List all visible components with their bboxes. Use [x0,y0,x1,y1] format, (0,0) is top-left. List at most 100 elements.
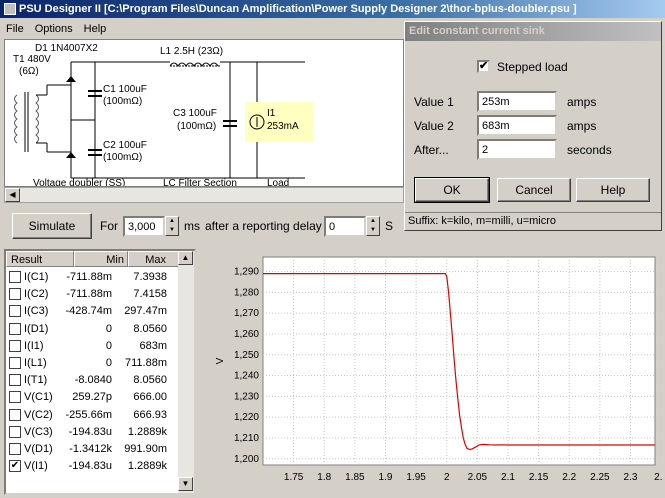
row-name: I(L1) [24,357,47,369]
y-tick-label: 1,280 [234,287,259,298]
row-checkbox[interactable] [9,305,21,318]
x-tick-label: 1.8 [317,472,331,483]
x-tick-label: 1.75 [284,472,304,483]
row-checkbox[interactable] [9,391,21,404]
edit-current-sink-dialog: Edit constant current sink ✔ Stepped loa… [404,21,662,231]
table-row[interactable]: I(I1) 0 683m [6,338,182,355]
after-input[interactable]: 2 [477,139,557,160]
table-row[interactable]: I(C1) -711.88m 7.3938 [6,269,182,286]
dialog-title: Edit constant current sink [405,22,661,41]
table-row[interactable]: V(C1) 259.27p 666.00 [6,389,182,406]
row-max: 7.3938 [133,271,167,283]
scroll-left-icon[interactable]: ◀ [5,188,20,202]
after-unit: seconds [567,143,612,157]
menu-help[interactable]: Help [84,23,107,35]
ms-label: ms [184,219,200,233]
spin-down-icon[interactable]: ▼ [367,226,379,235]
row-min: -711.88m [66,288,112,301]
row-min: 0 [105,322,112,335]
menu-options[interactable]: Options [35,23,73,35]
row-min: 259.27p [72,391,112,404]
cancel-button[interactable]: Cancel [497,178,571,202]
header-max[interactable]: Max [128,251,182,267]
y-tick-label: 1,220 [234,412,259,423]
x-tick-label: 1.95 [406,472,426,483]
plot-area [262,256,656,466]
load-label: I1 [267,108,276,119]
table-row[interactable]: V(C2) -255.66m 666.93 [6,407,182,424]
y-tick-label: 1,290 [234,267,259,278]
x-tick-label: 2.1 [501,472,515,483]
row-min: -194.83u [68,460,112,473]
delay-label: after a reporting delay of [205,219,336,233]
table-row[interactable]: I(C2) -711.88m 7.4158 [6,286,182,303]
duration-spinner[interactable]: ▲ ▼ [165,216,179,236]
table-row[interactable]: I(T1) -8.0840 8.0560 [6,372,182,389]
window-title: PSU Designer II [C:\Program Files\Duncan… [19,3,577,15]
row-checkbox[interactable] [9,425,21,438]
row-checkbox[interactable] [9,357,21,369]
section-label-load: Load [267,178,289,186]
diode-bottom-icon [66,152,76,158]
x-tick-label: 1.9 [379,472,393,483]
table-row[interactable]: I(C3)-428.74m297.47m7 [6,303,184,320]
schematic-horizontal-scrollbar[interactable]: ◀ [4,187,404,203]
ok-button[interactable]: OK [414,177,490,203]
title-bar: PSU Designer II [C:\Program Files\Duncan… [0,0,665,18]
header-min[interactable]: Min [74,251,128,267]
scroll-down-icon[interactable]: ▼ [178,477,193,491]
table-row[interactable]: ✔V(I1)-194.83u1.2889k1 [6,458,184,475]
row-checkbox[interactable] [9,322,21,335]
s-label: S [385,219,394,233]
header-result[interactable]: Result [6,251,74,267]
table-row[interactable]: I(L1) 0 711.88m [6,355,182,372]
voltage-chart[interactable]: 1,290 1,280 1,270 1,260 1,250 1,240 1,230 1,220… [197,249,665,495]
help-button[interactable]: Help [576,178,650,202]
x-tick-label: 2.15 [529,472,549,483]
row-name: V(I1) [24,460,48,473]
delay-input[interactable]: 0 [324,216,366,237]
chart-svg: 1,290 1,280 1,270 1,260 1,250 1,240 1,230 1,220… [215,256,665,483]
row-checkbox[interactable]: ✔ [9,460,21,473]
row-min: -1.3412k [69,443,112,455]
row-min: 0 [105,339,112,352]
stepped-load-checkbox[interactable]: ✔ [477,60,490,73]
row-checkbox[interactable] [9,339,21,352]
row-checkbox[interactable] [9,271,21,283]
x-tick-label: 2.25 [590,472,610,483]
c2-label: C2 100uF [103,140,147,151]
value1-input[interactable]: 253m [477,91,557,112]
spin-up-icon[interactable]: ▲ [166,217,178,226]
c1-label: C1 100uF [103,84,147,95]
results-vertical-scrollbar[interactable]: ▲ ▼ [178,251,194,493]
row-name: V(C2) [24,408,53,421]
schematic-canvas[interactable]: T1 480V (6Ω) D1 1N4007X2 C1 100uF (100mΩ… [4,39,404,189]
results-header: Result Min Max [6,251,182,267]
duration-input[interactable]: 3,000 [123,216,165,237]
results-table: Result Min Max I(C1) -711.88m 7.3938 I(C2) -… [4,249,196,495]
row-max: 1.2889k [127,425,167,438]
spin-up-icon[interactable]: ▲ [367,217,379,226]
transformer-label: T1 480V [13,54,51,65]
table-row[interactable]: I(D1) 0 8.0560 [6,321,182,338]
table-row[interactable]: V(D1)-1.3412k991.90m1 [6,441,184,458]
menu-file[interactable]: File [6,23,24,35]
value2-input[interactable]: 683m [477,115,557,136]
table-row[interactable]: V(C3)-194.83u1.2889k1 [6,424,184,441]
row-checkbox[interactable] [9,443,21,455]
diode-label: D1 1N4007X2 [35,43,98,54]
simulate-button[interactable]: Simulate [12,213,92,239]
row-name: I(T1) [24,374,48,387]
section-label-doubler: Voltage doubler (SS) [33,178,125,186]
row-checkbox[interactable] [9,374,21,387]
c2-esr: (100mΩ) [103,152,142,163]
row-max: 1.2889k [127,460,167,473]
row-checkbox[interactable] [9,408,21,421]
row-max: 666.93 [133,408,167,421]
scroll-up-icon[interactable]: ▲ [178,251,193,265]
spin-down-icon[interactable]: ▼ [166,226,178,235]
inductor-icon [169,62,219,67]
row-checkbox[interactable] [9,288,21,301]
y-tick-label: 1,270 [234,308,259,319]
delay-spinner[interactable]: ▲ ▼ [366,216,380,236]
